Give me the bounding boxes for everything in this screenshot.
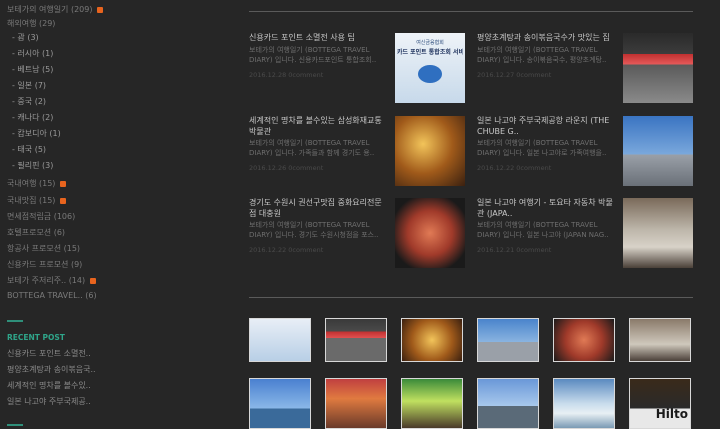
post-title[interactable]: 세계적인 명차를 볼수있는 삼성화재교통박물관 bbox=[249, 116, 389, 137]
category-label: 국내여행 (15) bbox=[7, 179, 56, 188]
category-label: - 괌 (3) bbox=[12, 33, 39, 42]
category-item[interactable]: - 괌 (3) bbox=[12, 32, 39, 43]
category-label: - 캄보디아 (1) bbox=[12, 129, 61, 138]
sidebar: 보테가의 여행일기 (209) 해외여행 (29) - 괌 (3) - 러시아 (1)… bbox=[0, 0, 220, 429]
post-summary: 보테가의 여행일기 (BOTTEGA TRAVEL DIARY) 입니다. 가족… bbox=[249, 139, 375, 157]
category-item[interactable]: 면세점적립금 (106) bbox=[7, 211, 75, 222]
post-meta: 2016.12.22 0comment bbox=[249, 246, 324, 254]
category-label: 해외여행 (29) bbox=[7, 19, 56, 28]
gallery-thumbnail[interactable] bbox=[249, 318, 311, 362]
rss-icon[interactable] bbox=[90, 277, 97, 284]
post-summary: 보테가의 여행일기 (BOTTEGA TRAVEL DIARY) 입니다. 일본… bbox=[477, 221, 609, 239]
rss-icon[interactable] bbox=[97, 6, 104, 13]
gallery-thumbnail[interactable] bbox=[325, 378, 387, 429]
category-label: - 일본 (7) bbox=[12, 81, 47, 90]
category-label: - 캐나다 (2) bbox=[12, 113, 54, 122]
post-card[interactable]: 일본 나고야 주부국제공항 라운지 (THE CHUBE G.. 보테가의 여행일… bbox=[477, 116, 697, 190]
gallery-thumbnail[interactable] bbox=[401, 378, 463, 429]
category-item[interactable]: 국내여행 (15) bbox=[7, 178, 67, 189]
recent-post-rule bbox=[7, 320, 23, 322]
gallery-thumbnail[interactable] bbox=[629, 318, 691, 362]
post-title[interactable]: 일본 나고야 주부국제공항 라운지 (THE CHUBE G.. bbox=[477, 116, 617, 137]
post-title[interactable]: 신용카드 포인트 소멸전 사용 팁 bbox=[249, 33, 389, 44]
category-item[interactable]: - 필리핀 (3) bbox=[12, 160, 53, 171]
gallery-divider bbox=[249, 297, 693, 298]
category-item[interactable]: 신용카드 프로모션 (9) bbox=[7, 259, 82, 270]
post-thumbnail[interactable] bbox=[623, 33, 693, 103]
thumbnail-caption: 카드 포인트 통합조회 서비스 bbox=[397, 49, 463, 56]
post-card[interactable]: 신용카드 포인트 소멸전 사용 팁보테가의 여행일기 (BOTTEGA TRAV… bbox=[249, 33, 469, 107]
rss-icon[interactable] bbox=[60, 180, 67, 187]
recent-post-link[interactable]: 신용카드 포인트 소멸전.. bbox=[7, 348, 91, 359]
category-item[interactable]: - 러시아 (1) bbox=[12, 48, 53, 59]
category-item[interactable]: - 캄보디아 (1) bbox=[12, 128, 61, 139]
hilton-sign-text: Hilto bbox=[655, 407, 688, 421]
post-thumbnail[interactable] bbox=[395, 116, 465, 186]
category-label: 국내맛집 (15) bbox=[7, 196, 56, 205]
post-card[interactable]: 경기도 수원시 권선구맛집 중화요리전문점 대충원보테가의 여행일기 (BOTT… bbox=[249, 198, 469, 272]
rss-icon[interactable] bbox=[60, 197, 67, 204]
category-item[interactable]: 국내맛집 (15) bbox=[7, 195, 67, 206]
category-label: 신용카드 프로모션 (9) bbox=[7, 260, 83, 269]
gallery-thumbnail[interactable] bbox=[401, 318, 463, 362]
post-title[interactable]: 평양초계탕과 송이볶음국수가 맛있는 집 bbox=[477, 33, 617, 44]
recent-post-link[interactable]: 일본 나고야 주부국제공.. bbox=[7, 396, 91, 407]
recent-post-footer-rule bbox=[7, 424, 23, 426]
category-label: 호텔프로모션 (6) bbox=[7, 228, 66, 237]
category-label: - 태국 (5) bbox=[12, 145, 47, 154]
category-item[interactable]: - 일본 (7) bbox=[12, 80, 46, 91]
category-item[interactable]: 보테가 주저리주.. (14) bbox=[7, 275, 97, 286]
category-item[interactable]: 호텔프로모션 (6) bbox=[7, 227, 65, 238]
category-label: BOTTEGA TRAVEL.. (6) bbox=[7, 291, 97, 300]
post-card[interactable]: 세계적인 명차를 볼수있는 삼성화재교통박물관보테가의 여행일기 (BOTTEG… bbox=[249, 116, 469, 190]
post-thumbnail[interactable] bbox=[395, 198, 465, 268]
post-meta: 2016.12.28 0comment bbox=[249, 71, 324, 79]
recent-post-link[interactable]: 평양초계탕과 송이볶음국.. bbox=[7, 364, 96, 375]
recent-post-link[interactable]: 세계적인 명차를 볼수있.. bbox=[7, 380, 91, 391]
gallery-thumbnail[interactable] bbox=[553, 378, 615, 429]
category-label: 보테가 주저리주.. (14) bbox=[7, 276, 86, 285]
recent-post-heading: RECENT POST bbox=[7, 333, 65, 342]
gallery-thumbnail[interactable] bbox=[249, 378, 311, 429]
gallery-thumbnail[interactable]: Hilto bbox=[629, 378, 691, 429]
post-title[interactable]: 경기도 수원시 권선구맛집 중화요리전문점 대충원 bbox=[249, 198, 389, 219]
post-card[interactable]: 평양초계탕과 송이볶음국수가 맛있는 집보테가의 여행일기 (BOTTEGA T… bbox=[477, 33, 697, 107]
post-title[interactable]: 일본 나고야 여행기 - 토요타 자동차 박물관 (JAPA.. bbox=[477, 198, 617, 219]
category-item[interactable]: 항공사 프로모션 (15) bbox=[7, 243, 80, 254]
category-item[interactable]: BOTTEGA TRAVEL.. (6) bbox=[7, 291, 97, 300]
top-divider bbox=[249, 11, 693, 12]
category-label: - 필리핀 (3) bbox=[12, 161, 54, 170]
card-graphic bbox=[418, 65, 442, 83]
category-item[interactable]: 해외여행 (29) bbox=[7, 18, 55, 29]
category-item[interactable]: 보테가의 여행일기 (209) bbox=[7, 4, 104, 15]
category-label: 보테가의 여행일기 (209) bbox=[7, 5, 93, 14]
gallery-thumbnail[interactable] bbox=[325, 318, 387, 362]
post-summary: 보테가의 여행일기 (BOTTEGA TRAVEL DIARY) 입니다. 일본… bbox=[477, 139, 607, 157]
post-meta: 2016.12.27 0comment bbox=[477, 71, 552, 79]
category-label: - 중국 (2) bbox=[12, 97, 47, 106]
category-item[interactable]: - 중국 (2) bbox=[12, 96, 46, 107]
post-card[interactable]: 일본 나고야 여행기 - 토요타 자동차 박물관 (JAPA.. 보테가의 여행일… bbox=[477, 198, 697, 272]
category-item[interactable]: - 캐나다 (2) bbox=[12, 112, 53, 123]
gallery-thumbnail[interactable] bbox=[477, 318, 539, 362]
thumbnail-caption-top: 여신금융협회 bbox=[416, 40, 444, 46]
post-thumbnail[interactable] bbox=[623, 198, 693, 268]
category-label: 면세점적립금 (106) bbox=[7, 212, 76, 221]
gallery-thumbnail[interactable] bbox=[553, 318, 615, 362]
post-summary: 보테가의 여행일기 (BOTTEGA TRAVEL DIARY) 입니다. 송이… bbox=[477, 46, 607, 64]
post-summary: 보테가의 여행일기 (BOTTEGA TRAVEL DIARY) 입니다. 경기… bbox=[249, 221, 379, 239]
category-label: - 러시아 (1) bbox=[12, 49, 54, 58]
category-label: 항공사 프로모션 (15) bbox=[7, 244, 81, 253]
post-meta: 2016.12.22 0comment bbox=[477, 164, 552, 172]
gallery-thumbnail[interactable] bbox=[477, 378, 539, 429]
post-thumbnail[interactable] bbox=[623, 116, 693, 186]
post-meta: 2016.12.26 0comment bbox=[249, 164, 324, 172]
category-item[interactable]: - 태국 (5) bbox=[12, 144, 46, 155]
post-meta: 2016.12.21 0comment bbox=[477, 246, 552, 254]
category-item[interactable]: - 베트남 (5) bbox=[12, 64, 53, 75]
category-label: - 베트남 (5) bbox=[12, 65, 54, 74]
post-summary: 보테가의 여행일기 (BOTTEGA TRAVEL DIARY) 입니다. 신용… bbox=[249, 46, 377, 64]
post-thumbnail[interactable]: 여신금융협회카드 포인트 통합조회 서비스 bbox=[395, 33, 465, 103]
